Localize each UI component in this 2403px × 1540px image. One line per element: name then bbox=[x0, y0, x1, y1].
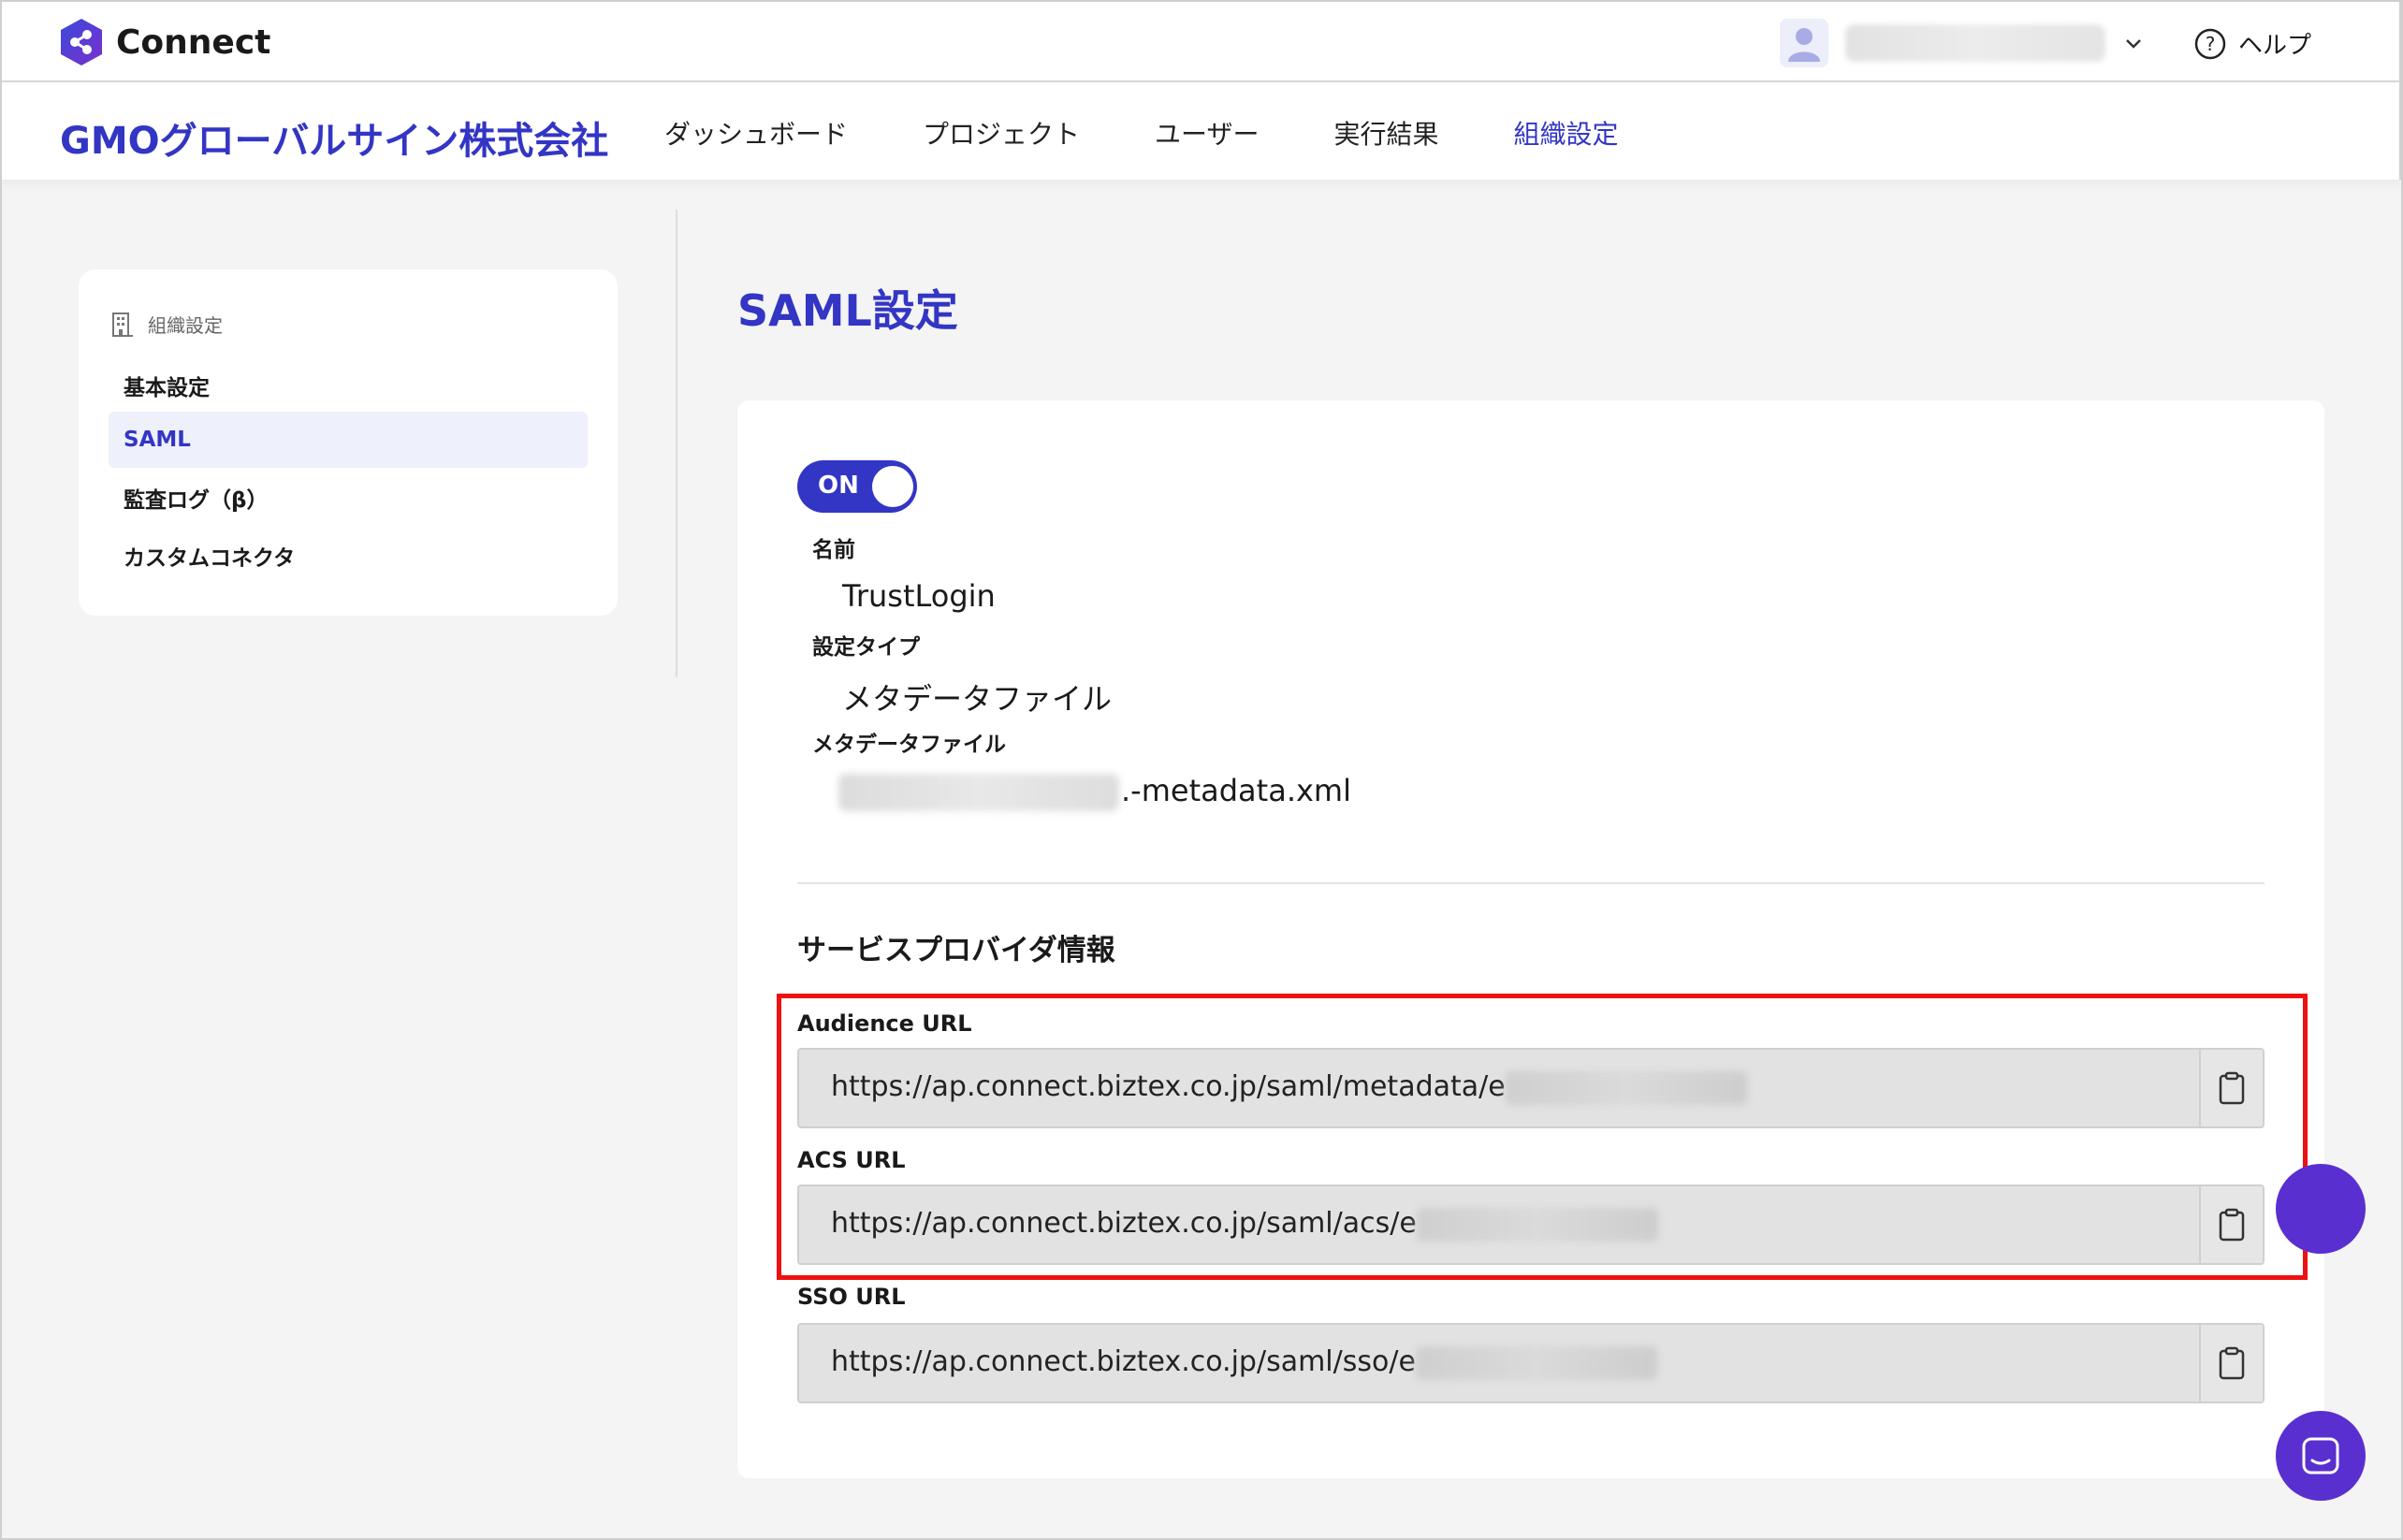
help-label: ヘルプ bbox=[2238, 32, 2312, 60]
username-redacted bbox=[1845, 24, 2105, 62]
nav-dashboard[interactable]: ダッシュボード bbox=[664, 114, 848, 152]
nav-projects[interactable]: プロジェクト bbox=[923, 114, 1080, 152]
saml-toggle[interactable]: ON bbox=[797, 460, 917, 513]
section-divider bbox=[797, 882, 2265, 884]
chevron-down-icon[interactable] bbox=[2122, 32, 2145, 54]
svg-text:?: ? bbox=[2206, 33, 2216, 55]
sidebar-item-custom-connector[interactable]: カスタムコネクタ bbox=[109, 528, 588, 584]
file-label: メタデータファイル bbox=[812, 733, 1006, 757]
name-value: TrustLogin bbox=[842, 578, 996, 614]
page-title: SAML設定 bbox=[737, 285, 958, 336]
building-icon bbox=[112, 312, 133, 337]
top-bar: Connect ? ヘルプ bbox=[0, 0, 2401, 82]
sso-url-redacted bbox=[1415, 1345, 1657, 1380]
file-suffix: .-metadata.xml bbox=[1121, 773, 1351, 808]
type-value: メタデータファイル bbox=[842, 681, 1113, 717]
connect-logo-icon bbox=[61, 19, 102, 65]
type-label: 設定タイプ bbox=[812, 635, 920, 660]
chat-launcher[interactable] bbox=[2276, 1411, 2366, 1501]
content-divider bbox=[676, 210, 677, 677]
copy-sso-button[interactable] bbox=[2199, 1325, 2263, 1402]
app-name: Connect bbox=[116, 22, 271, 62]
file-value: .-metadata.xml bbox=[838, 773, 1351, 811]
nav-users[interactable]: ユーザー bbox=[1155, 114, 1259, 152]
name-label: 名前 bbox=[812, 538, 855, 562]
help-icon: ? bbox=[2194, 28, 2226, 59]
file-name-redacted bbox=[838, 774, 1119, 811]
sso-url-value: https://ap.connect.biztex.co.jp/saml/sso… bbox=[831, 1345, 1416, 1378]
nav-org-settings[interactable]: 組織設定 bbox=[1514, 114, 1619, 152]
toggle-knob bbox=[872, 466, 913, 507]
help-link[interactable]: ? ヘルプ bbox=[2193, 26, 2311, 61]
org-name: GMOグローバルサイン株式会社 bbox=[60, 120, 609, 163]
main-nav: GMOグローバルサイン株式会社 ダッシュボード プロジェクト ユーザー 実行結果… bbox=[0, 82, 2401, 180]
chat-icon bbox=[2302, 1437, 2339, 1475]
highlight-box bbox=[777, 994, 2308, 1280]
user-menu[interactable] bbox=[1780, 19, 2145, 67]
floating-action-button[interactable] bbox=[2276, 1164, 2366, 1254]
toggle-label: ON bbox=[818, 472, 859, 500]
sp-info-title: サービスプロバイダ情報 bbox=[797, 934, 1115, 967]
avatar-icon bbox=[1780, 19, 1828, 67]
sidebar-item-basic[interactable]: 基本設定 bbox=[109, 357, 588, 414]
sso-url-label: SSO URL bbox=[797, 1284, 906, 1310]
sidebar-item-saml[interactable]: SAML bbox=[109, 412, 588, 468]
sso-url-field[interactable]: https://ap.connect.biztex.co.jp/saml/sso… bbox=[797, 1323, 2265, 1403]
clipboard-icon bbox=[2219, 1346, 2245, 1380]
sidebar: 組織設定 基本設定 SAML 監査ログ（β） カスタムコネクタ bbox=[79, 269, 618, 616]
sidebar-item-audit-log[interactable]: 監査ログ（β） bbox=[109, 470, 588, 526]
nav-results[interactable]: 実行結果 bbox=[1333, 114, 1438, 152]
sidebar-heading-label: 組織設定 bbox=[148, 314, 223, 337]
app-logo[interactable]: Connect bbox=[58, 17, 270, 67]
sidebar-heading: 組織設定 bbox=[110, 311, 223, 338]
